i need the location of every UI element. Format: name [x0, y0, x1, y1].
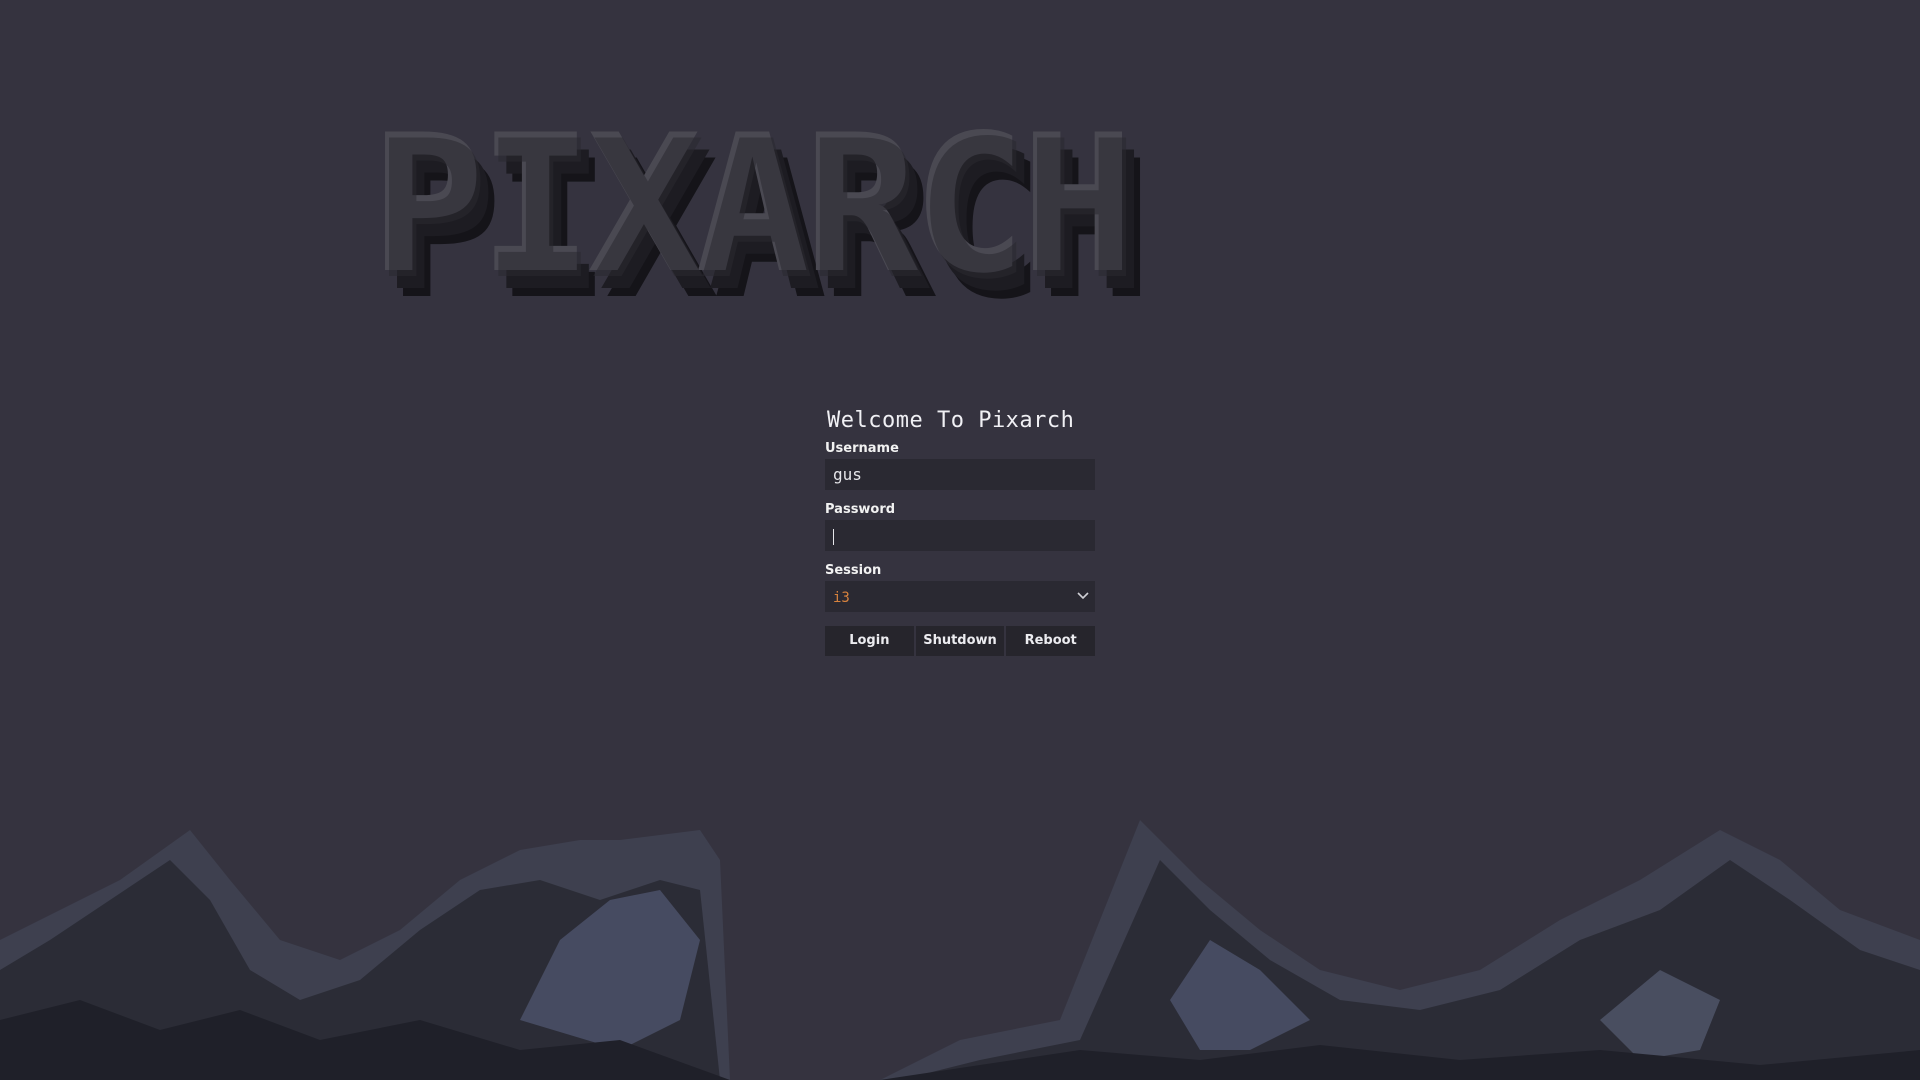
login-form: Welcome To Pixarch Username gus Password…: [825, 408, 1096, 656]
reboot-button[interactable]: Reboot: [1006, 626, 1096, 656]
login-screen: PIXARCH PIXARCH PIXARCH PIXARCH PIXARCH …: [0, 0, 1920, 1080]
shutdown-button[interactable]: Shutdown: [915, 626, 1005, 656]
welcome-title: Welcome To Pixarch: [827, 408, 1075, 433]
username-value: gus: [833, 465, 862, 484]
chevron-down-icon: [1077, 592, 1089, 600]
session-selected-value: i3: [833, 590, 850, 606]
password-label: Password: [825, 502, 896, 517]
session-select[interactable]: i3: [825, 581, 1095, 612]
action-buttons: Login Shutdown Reboot: [825, 626, 1096, 656]
username-input[interactable]: gus: [825, 459, 1095, 490]
username-label: Username: [825, 441, 899, 456]
mountain-range-art: [0, 820, 1920, 1080]
text-caret: [833, 528, 834, 545]
password-input[interactable]: [825, 520, 1095, 551]
logo-inner-layer: PIXARCH: [374, 120, 1133, 310]
login-button[interactable]: Login: [825, 626, 914, 656]
logo-graphic: PIXARCH PIXARCH PIXARCH PIXARCH: [370, 120, 1153, 310]
session-label: Session: [825, 563, 882, 578]
